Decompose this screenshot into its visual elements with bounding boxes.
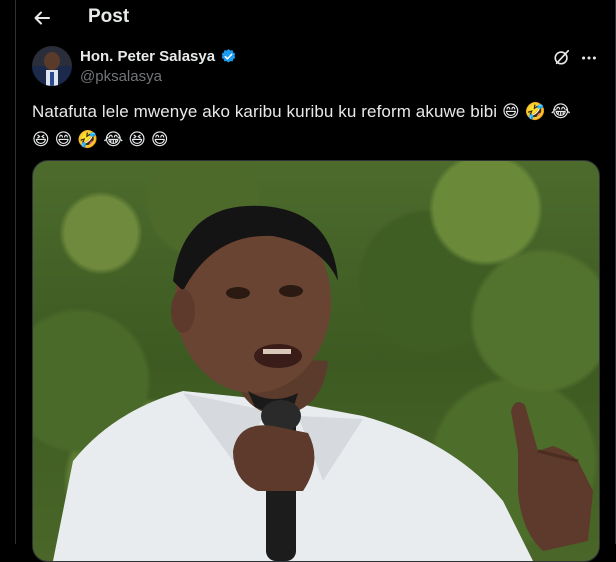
- author-avatar[interactable]: [32, 46, 72, 86]
- verified-badge-icon[interactable]: [220, 48, 237, 65]
- tweet-text: Natafuta lele mwenye ako karibu kuribu k…: [32, 98, 592, 154]
- back-button[interactable]: [32, 8, 52, 28]
- page-title: Post: [88, 6, 130, 27]
- more-horizontal-icon[interactable]: [580, 49, 598, 67]
- photo-content: [53, 205, 593, 561]
- grok-icon[interactable]: [553, 48, 571, 66]
- author-handle[interactable]: @pksalasya: [80, 68, 162, 85]
- emoji: 😆: [32, 130, 50, 150]
- arrow-left-icon: [34, 11, 50, 25]
- tweet-body: Natafuta lele mwenye ako karibu kuribu k…: [32, 102, 498, 121]
- emoji: 🤣: [77, 130, 99, 150]
- emoji: 😄: [501, 102, 520, 122]
- emoji: 😆: [128, 130, 147, 150]
- header-bar: Post: [0, 0, 616, 36]
- author-display-name[interactable]: Hon. Peter Salasya: [80, 48, 215, 65]
- emoji: 😂: [550, 102, 571, 122]
- emoji: 😂: [103, 130, 124, 150]
- left-column-border: [15, 0, 16, 544]
- tweet-photo[interactable]: [32, 160, 600, 562]
- emoji: 😄: [150, 130, 169, 150]
- emoji: 😄: [54, 130, 73, 150]
- emoji: 🤣: [524, 102, 546, 122]
